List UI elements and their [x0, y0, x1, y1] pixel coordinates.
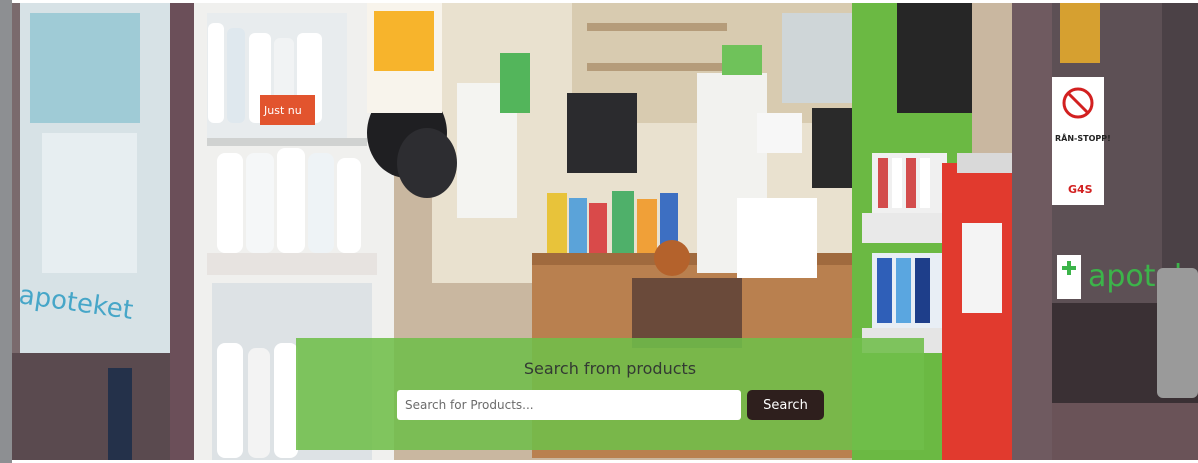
shelf-label-text: Just nu — [263, 104, 302, 117]
poster-title-text: RÅN-STOPP! — [1055, 133, 1111, 143]
page: apoteket Just nu RÅN-STOPP! G4S apotek S… — [0, 0, 1198, 463]
search-button[interactable]: Search — [747, 390, 824, 420]
search-title: Search from products — [523, 359, 697, 378]
search-panel: Search from products Search — [296, 338, 924, 450]
poster-logo-text: G4S — [1068, 183, 1093, 196]
search-input[interactable] — [397, 390, 741, 420]
left-edge-strip — [0, 0, 12, 463]
